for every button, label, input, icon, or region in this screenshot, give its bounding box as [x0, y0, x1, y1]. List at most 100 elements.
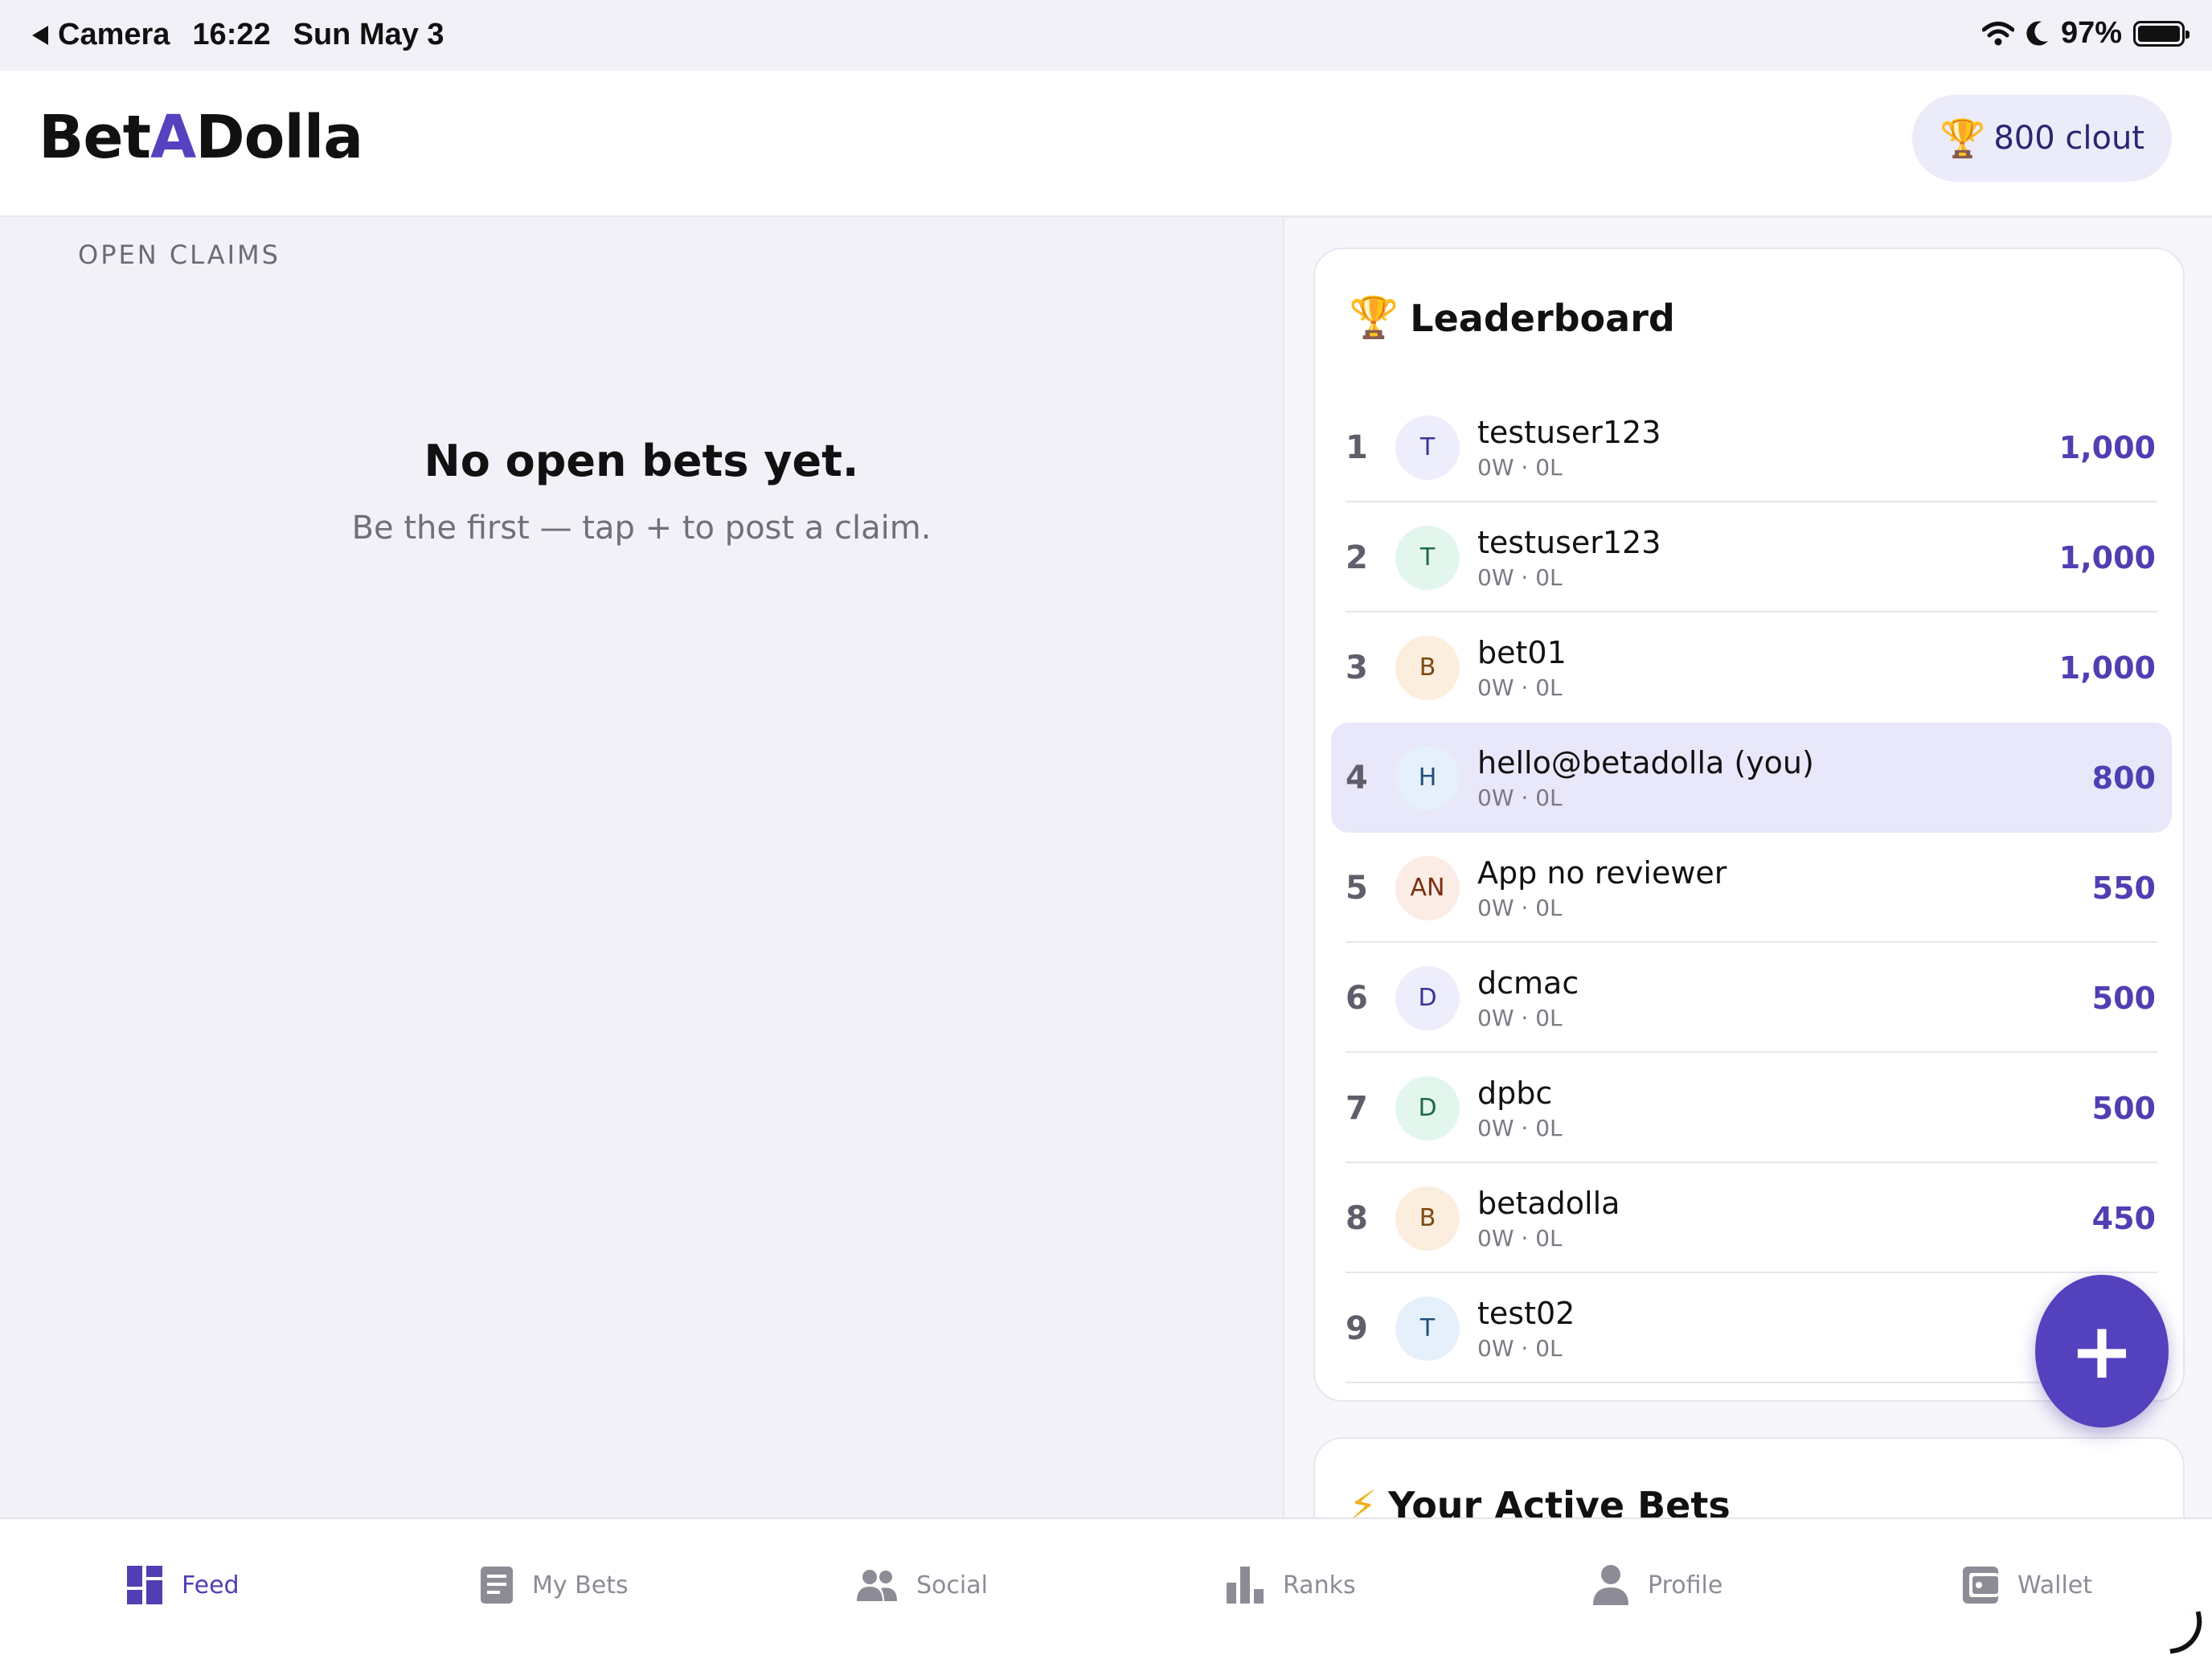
battery-icon [2133, 20, 2189, 47]
clout-label: 800 clout [1993, 120, 2144, 157]
leaderboard-username: dcmac [1477, 965, 1579, 1001]
tab-my-bets[interactable]: My Bets [481, 1561, 629, 1609]
tab-social-label: Social [916, 1571, 988, 1600]
leaderboard-score: 450 [2091, 1200, 2156, 1236]
leaderboard-record: 0W · 0L [1477, 784, 1563, 811]
avatar[interactable]: D [1395, 965, 1460, 1030]
document-icon [481, 1567, 513, 1604]
row-divider [1346, 1382, 2157, 1383]
leaderboard-user: bet01 0W · 0L [1477, 634, 2059, 701]
leaderboard-list: 1 Ttestuser123 0W · 0L 1,000 2 Ttestuser123 0W… [1331, 392, 2172, 1383]
feed-panel: OPEN CLAIMS No open bets yet. Be the fir… [0, 219, 1283, 1518]
leaderboard-rank: 7 [1346, 1089, 1368, 1127]
leaderboard-record: 0W · 0L [1477, 1005, 1563, 1031]
leaderboard-rank: 1 [1346, 428, 1368, 466]
leaderboard-row[interactable]: 6 Ddcmac 0W · 0L 500 [1331, 943, 2172, 1053]
empty-state-subtitle: Be the first — tap + to post a claim. [351, 510, 932, 547]
tab-profile[interactable]: Profile [1593, 1561, 1722, 1609]
status-date: Sun May 3 [293, 18, 444, 51]
leaderboard-score: 500 [2091, 1090, 2156, 1126]
leaderboard-row[interactable]: 1 Ttestuser123 0W · 0L 1,000 [1331, 392, 2172, 502]
leaderboard-title-text: Leaderboard [1410, 296, 1675, 340]
leaderboard-user: betadolla 0W · 0L [1477, 1185, 2092, 1251]
leaderboard-row[interactable]: 5 AN App no reviewer 0W · 0L 550 [1331, 833, 2172, 943]
leaderboard-row[interactable]: 4 Hhello@betadolla (you) 0W · 0L 800 [1331, 723, 2172, 833]
leaderboard-score: 550 [2091, 870, 2156, 906]
avatar[interactable]: T [1395, 525, 1460, 590]
wifi-icon [1981, 21, 2014, 45]
leaderboard-score: 800 [2091, 760, 2156, 796]
active-bets-title-text: Your Active Bets [1388, 1484, 1731, 1518]
leaderboard-username: bet01 [1477, 635, 1567, 670]
status-left: Camera 16:22 Sun May 3 [32, 18, 467, 52]
leaderboard-card: 🏆 Leaderboard 1 Ttestuser123 0W · 0L 1,000 2… [1313, 248, 2185, 1402]
tab-profile-label: Profile [1648, 1571, 1723, 1600]
lightning-icon: ⚡ [1349, 1482, 1378, 1518]
leaderboard-user: dcmac 0W · 0L [1477, 965, 2092, 1031]
tab-social[interactable]: Social [857, 1561, 988, 1609]
home-indicator [2164, 1611, 2207, 1654]
avatar[interactable]: T [1395, 1296, 1460, 1361]
person-icon [1593, 1565, 1628, 1605]
trophy-icon: 🏆 [1940, 116, 1986, 160]
wallet-icon [1963, 1567, 1998, 1604]
tab-feed-label: Feed [182, 1571, 240, 1600]
leaderboard-user: testuser123 0W · 0L [1477, 524, 2059, 591]
leaderboard-score: 1,000 [2058, 539, 2156, 576]
avatar[interactable]: T [1395, 415, 1460, 480]
tab-wallet-label: Wallet [2017, 1571, 2093, 1600]
leaderboard-username: testuser123 [1477, 415, 1661, 450]
tab-ranks-label: Ranks [1283, 1571, 1356, 1600]
leaderboard-user: App no reviewer 0W · 0L [1477, 854, 2092, 921]
avatar[interactable]: B [1395, 1186, 1460, 1251]
moon-icon [2026, 21, 2048, 46]
leaderboard-row[interactable]: 2 Ttestuser123 0W · 0L 1,000 [1331, 502, 2172, 612]
avatar[interactable]: D [1395, 1075, 1460, 1141]
status-bar: Camera 16:22 Sun May 3 97% [0, 0, 2212, 71]
back-arrow-icon[interactable] [32, 25, 48, 45]
leaderboard-score: 1,000 [2058, 429, 2156, 465]
leaderboard-rank: 4 [1346, 759, 1368, 797]
leaderboard-record: 0W · 0L [1477, 1115, 1563, 1141]
back-app-label[interactable]: Camera [58, 18, 170, 52]
active-bets-card: ⚡ Your Active Bets [1313, 1437, 2185, 1518]
active-bets-title: ⚡ Your Active Bets [1349, 1482, 1731, 1518]
leaderboard-user: dpbc 0W · 0L [1477, 1075, 2092, 1141]
logo-accent: A [150, 103, 196, 172]
leaderboard-rank: 3 [1346, 649, 1368, 686]
tab-ranks[interactable]: Ranks [1227, 1561, 1356, 1609]
leaderboard-username: testuser123 [1477, 525, 1661, 560]
leaderboard-rank: 8 [1346, 1199, 1368, 1237]
leaderboard-rank: 5 [1346, 869, 1368, 907]
logo-prefix: Bet [39, 103, 151, 172]
clout-badge[interactable]: 🏆 800 clout [1912, 95, 2172, 182]
leaderboard-row[interactable]: 7 Ddpbc 0W · 0L 500 [1331, 1053, 2172, 1163]
leaderboard-row[interactable]: 8 Bbetadolla 0W · 0L 450 [1331, 1163, 2172, 1273]
leaderboard-row[interactable]: 3 Bbet01 0W · 0L 1,000 [1331, 612, 2172, 723]
leaderboard-score: 1,000 [2058, 649, 2156, 686]
leaderboard-record: 0W · 0L [1477, 454, 1563, 481]
leaderboard-rank: 6 [1346, 979, 1368, 1017]
leaderboard-user: testuser123 0W · 0L [1477, 414, 2059, 481]
leaderboard-username: dpbc [1477, 1075, 1553, 1111]
leaderboard-rank: 2 [1346, 539, 1368, 576]
status-time: 16:22 [192, 18, 271, 51]
leaderboard-record: 0W · 0L [1477, 674, 1563, 701]
leaderboard-username: betadolla [1477, 1186, 1620, 1221]
leaderboard-record: 0W · 0L [1477, 1225, 1563, 1251]
leaderboard-user: hello@betadolla (you) 0W · 0L [1477, 744, 2092, 811]
tab-feed[interactable]: Feed [127, 1561, 240, 1609]
avatar[interactable]: H [1395, 745, 1460, 810]
status-right: 97% [1981, 16, 2189, 51]
avatar[interactable]: AN [1395, 855, 1460, 920]
people-icon [857, 1570, 897, 1601]
tab-wallet[interactable]: Wallet [1963, 1561, 2092, 1609]
leaderboard-title: 🏆 Leaderboard [1349, 294, 1675, 342]
tab-my-bets-label: My Bets [532, 1571, 629, 1600]
section-label: OPEN CLAIMS [78, 240, 281, 270]
leaderboard-username: App no reviewer [1477, 855, 1727, 891]
new-claim-button[interactable]: + [2035, 1275, 2169, 1428]
avatar[interactable]: B [1395, 635, 1460, 700]
app-logo: BetADolla [39, 103, 363, 172]
leaderboard-record: 0W · 0L [1477, 564, 1563, 591]
